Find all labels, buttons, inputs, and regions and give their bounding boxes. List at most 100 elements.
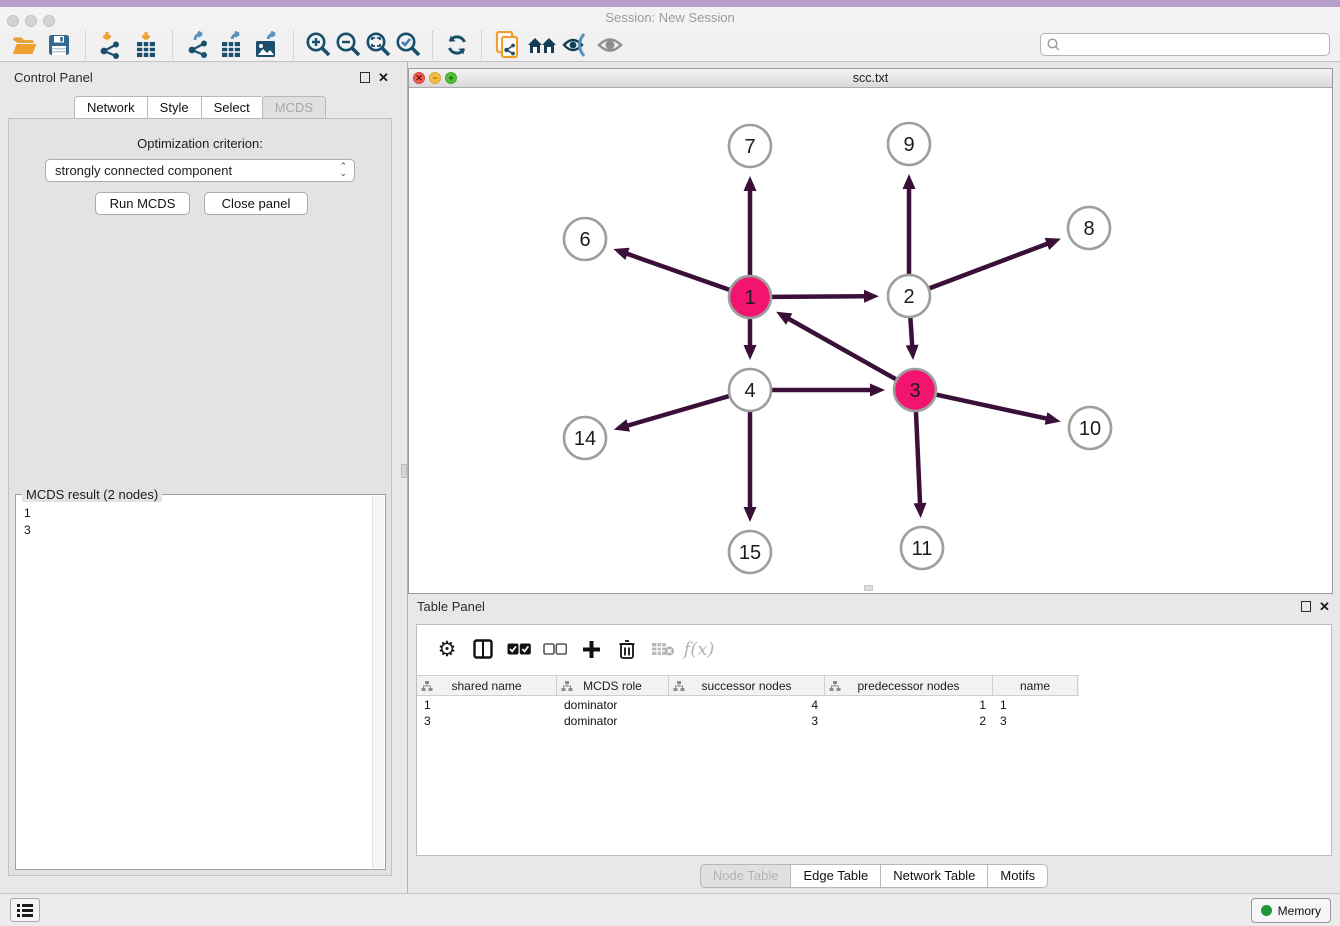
graph-arrowhead <box>613 248 629 260</box>
task-history-button[interactable] <box>10 898 40 922</box>
app-window: Session: New Session <box>0 0 1340 926</box>
hierarchy-icon <box>561 680 573 692</box>
criterion-select[interactable]: strongly connected component ⌃⌄ <box>45 159 355 182</box>
node-table-block: ⚙ f(x) <box>416 624 1332 856</box>
canvas-grip[interactable] <box>864 585 873 591</box>
export-image-icon[interactable] <box>250 29 284 61</box>
mcds-result-lines: 13 <box>24 505 31 539</box>
control-panel-float-icon[interactable] <box>360 72 370 83</box>
control-panel-close-icon[interactable]: ✕ <box>378 72 389 84</box>
column-header-predecessor-nodes[interactable]: predecessor nodes <box>825 676 993 695</box>
tab-mcds[interactable]: MCDS <box>262 96 326 119</box>
tab-style[interactable]: Style <box>147 96 201 119</box>
table-cell[interactable]: dominator <box>557 713 669 729</box>
column-header-successor-nodes[interactable]: successor nodes <box>669 676 825 695</box>
tab-edge-table[interactable]: Edge Table <box>790 864 880 888</box>
network-graph[interactable]: 7968124314101511 <box>409 88 1332 593</box>
table-row[interactable]: 3dominator323 <box>417 713 1079 729</box>
table-tabs: Node Table Edge Table Network Table Moti… <box>408 864 1340 888</box>
graph-arrowhead <box>864 290 879 303</box>
mcds-panel: Optimization criterion: strongly connect… <box>8 118 392 876</box>
add-column-icon[interactable] <box>573 632 609 666</box>
table-cell[interactable]: 4 <box>669 697 825 713</box>
graph-node-label: 1 <box>744 287 755 309</box>
export-table-icon[interactable] <box>216 29 250 61</box>
show-columns-icon[interactable] <box>465 632 501 666</box>
tab-network-table[interactable]: Network Table <box>880 864 987 888</box>
search-icon <box>1046 37 1061 52</box>
table-cell[interactable]: 1 <box>825 697 993 713</box>
tab-select[interactable]: Select <box>201 96 262 119</box>
open-session-icon[interactable] <box>8 29 42 61</box>
zoom-selected-icon[interactable] <box>393 29 423 61</box>
table-cell[interactable]: 3 <box>417 713 557 729</box>
save-session-icon[interactable] <box>42 29 76 61</box>
table-cell[interactable]: 1 <box>417 697 557 713</box>
table-row[interactable]: 1dominator411 <box>417 697 1079 713</box>
app-minimize-icon[interactable] <box>25 15 37 27</box>
mcds-result-line: 1 <box>24 505 31 522</box>
table-panel-close-icon[interactable]: ✕ <box>1319 601 1330 613</box>
graph-arrowhead <box>614 419 630 431</box>
divider-grip[interactable] <box>401 464 407 478</box>
tab-node-table[interactable]: Node Table <box>700 864 791 888</box>
import-table-icon[interactable] <box>129 29 163 61</box>
export-network-icon[interactable] <box>182 29 216 61</box>
graph-node-label: 14 <box>574 428 596 450</box>
network-minimize-icon[interactable]: − <box>429 72 441 84</box>
table-cell[interactable]: 3 <box>993 713 1078 729</box>
select-all-columns-icon[interactable] <box>501 632 537 666</box>
app-close-icon[interactable] <box>7 15 19 27</box>
table-cell[interactable]: dominator <box>557 697 669 713</box>
column-header-name[interactable]: name <box>993 676 1078 695</box>
memory-button[interactable]: Memory <box>1251 898 1331 923</box>
graph-edge-4-14[interactable] <box>625 396 729 426</box>
network-canvas[interactable]: 7968124314101511 <box>409 88 1332 593</box>
search-input[interactable] <box>1061 36 1329 54</box>
network-window-titlebar[interactable]: ✕ − + scc.txt <box>409 69 1332 88</box>
graph-edge-3-11[interactable] <box>916 412 920 506</box>
result-scrollbar[interactable] <box>372 496 384 868</box>
table-cell[interactable]: 2 <box>825 713 993 729</box>
tab-network[interactable]: Network <box>74 96 147 119</box>
network-from-selection-icon[interactable] <box>491 29 525 61</box>
show-graphics-details-icon[interactable] <box>593 29 627 61</box>
home-layout-icon[interactable] <box>525 29 559 61</box>
memory-status-icon <box>1261 905 1272 916</box>
search-field[interactable] <box>1040 33 1330 56</box>
graph-edge-1-6[interactable] <box>625 253 730 290</box>
graph-edge-2-8[interactable] <box>930 243 1050 288</box>
optimization-criterion-label: Optimization criterion: <box>9 136 391 151</box>
table-panel-float-icon[interactable] <box>1301 601 1311 612</box>
run-mcds-button[interactable]: Run MCDS <box>95 192 190 215</box>
delete-table-icon[interactable] <box>645 632 681 666</box>
graph-edge-1-2[interactable] <box>772 296 867 297</box>
table-settings-gear-icon[interactable]: ⚙ <box>429 632 465 666</box>
app-zoom-icon[interactable] <box>43 15 55 27</box>
zoom-in-icon[interactable] <box>303 29 333 61</box>
zoom-out-icon[interactable] <box>333 29 363 61</box>
graph-node-label: 2 <box>903 286 914 308</box>
unselect-all-columns-icon[interactable] <box>537 632 573 666</box>
zoom-fit-icon[interactable] <box>363 29 393 61</box>
column-header-shared-name[interactable]: shared name <box>417 676 557 695</box>
graph-edge-3-1[interactable] <box>787 318 896 380</box>
tab-motifs[interactable]: Motifs <box>987 864 1048 888</box>
memory-button-label: Memory <box>1278 904 1321 918</box>
graph-edge-3-10[interactable] <box>936 395 1048 419</box>
table-cell[interactable]: 3 <box>669 713 825 729</box>
table-panel: Table Panel ✕ ⚙ <box>408 595 1340 890</box>
refresh-icon[interactable] <box>442 29 472 61</box>
network-close-icon[interactable]: ✕ <box>413 72 425 84</box>
graph-arrowhead <box>870 384 885 397</box>
function-builder-icon[interactable]: f(x) <box>681 632 717 666</box>
graph-edge-2-3[interactable] <box>910 318 912 348</box>
close-panel-button[interactable]: Close panel <box>204 192 308 215</box>
hide-graphics-details-icon[interactable] <box>559 29 593 61</box>
table-cell[interactable]: 1 <box>993 697 1078 713</box>
column-header-mcds-role[interactable]: MCDS role <box>557 676 669 695</box>
delete-column-icon[interactable] <box>609 632 645 666</box>
panel-divider[interactable] <box>400 62 408 893</box>
import-network-icon[interactable] <box>95 29 129 61</box>
network-maximize-icon[interactable]: + <box>445 72 457 84</box>
